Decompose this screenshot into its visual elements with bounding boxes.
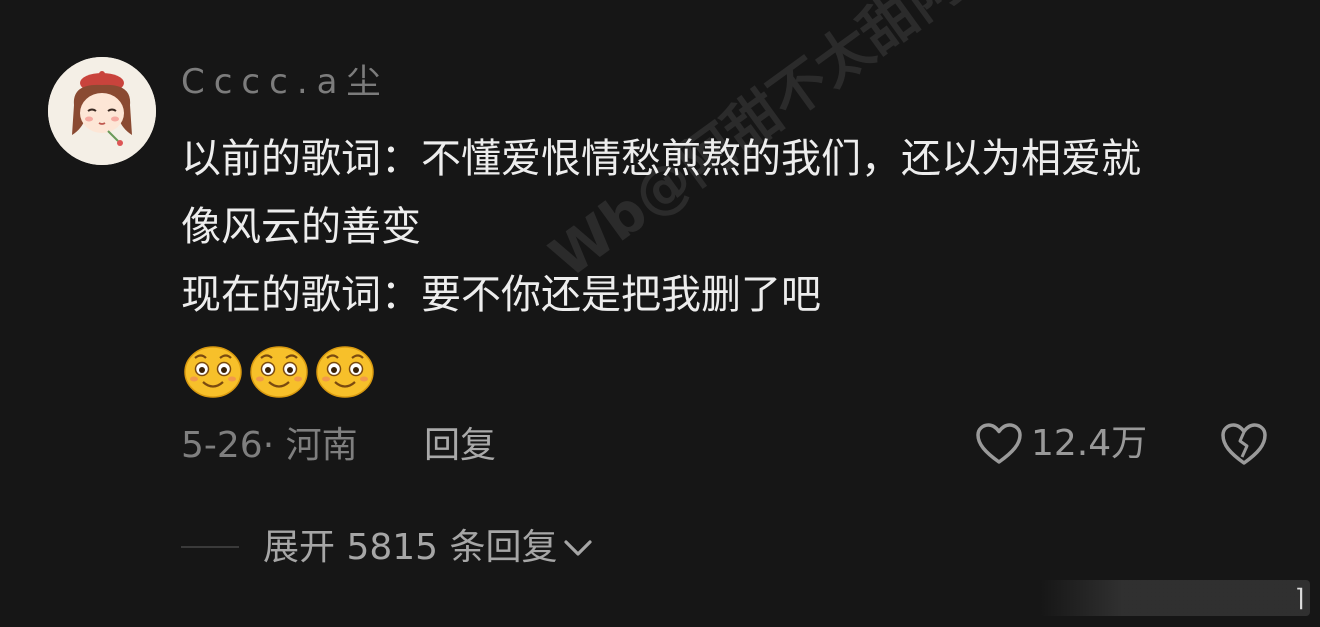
- chevron-down-icon: [563, 540, 592, 556]
- avatar[interactable]: [48, 57, 156, 165]
- expand-replies-label: 展开 5815 条回复: [263, 527, 558, 568]
- heart-icon: [976, 423, 1022, 464]
- username[interactable]: Cccc.a尘: [181, 62, 389, 102]
- avatar-illustration-icon: [48, 57, 156, 165]
- corner-glyph-icon: ⌉: [1295, 584, 1305, 612]
- expand-replies-button[interactable]: 展开 5815 条回复: [263, 525, 594, 571]
- like-count: 12.4万: [1031, 423, 1148, 464]
- emoji-row: [183, 344, 375, 398]
- comment-date-location: 5-26· 河南: [181, 425, 358, 466]
- smiley-emoji-icon: [250, 346, 308, 398]
- corner-watermark: [1040, 580, 1310, 616]
- dislike-button[interactable]: [1220, 421, 1268, 471]
- broken-heart-icon: [1221, 423, 1267, 465]
- divider: [181, 546, 239, 548]
- smiley-emoji-icon: [316, 346, 374, 398]
- like-button[interactable]: 12.4万: [975, 420, 1147, 468]
- smiley-emoji-icon: [184, 346, 242, 398]
- comment-line: 现在的歌词：要不你还是把我删了吧: [181, 272, 821, 318]
- reply-button[interactable]: 回复: [424, 422, 496, 470]
- comment-line: 像风云的善变: [181, 204, 421, 250]
